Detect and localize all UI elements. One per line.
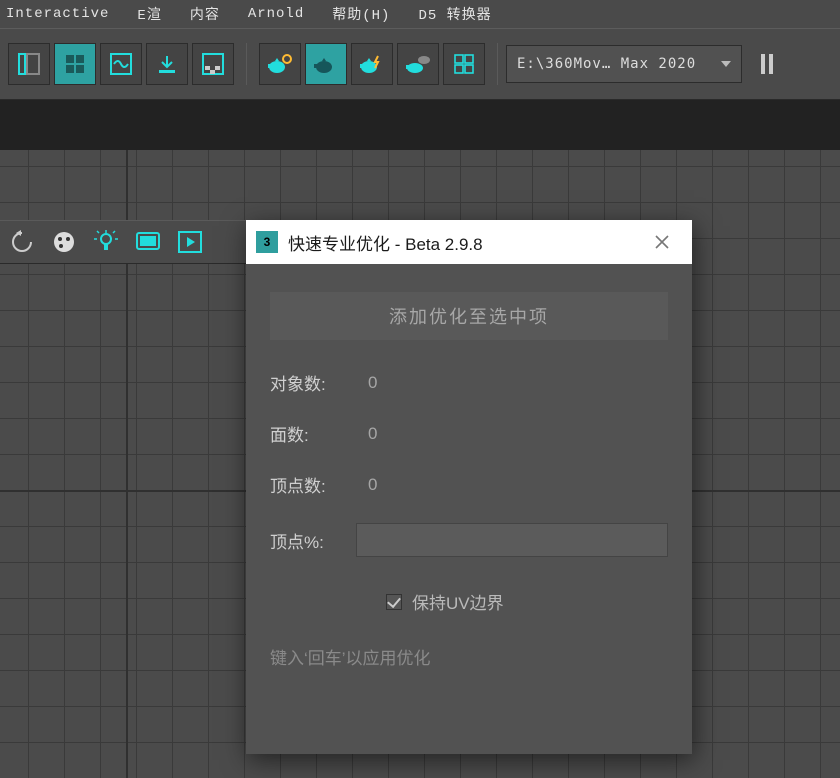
palette-icon[interactable] (44, 222, 84, 262)
viewport-toolbar (0, 220, 246, 264)
dialog-body: 添加优化至选中项 对象数: 0 面数: 0 顶点数: 0 顶点%: 保持UV边界… (246, 264, 692, 754)
main-toolbar: E:\360Mov… Max 2020 (0, 28, 840, 100)
menu-content[interactable]: 内容 (190, 4, 220, 24)
chevron-down-icon (721, 61, 731, 67)
menu-arnold[interactable]: Arnold (248, 6, 304, 22)
keep-uv-label: 保持UV边界 (412, 589, 504, 614)
close-icon[interactable] (642, 220, 682, 264)
vertex-percent-label: 顶点%: (270, 528, 356, 553)
grid-4-icon[interactable] (443, 43, 485, 85)
app-3dsmax-icon (256, 231, 278, 253)
render-teapot-gear-icon[interactable] (259, 43, 301, 85)
apply-hint: 键入‘回车’以应用优化 (270, 644, 668, 669)
light-icon[interactable] (86, 222, 126, 262)
optimize-dialog: 快速专业优化 - Beta 2.9.8 添加优化至选中项 对象数: 0 面数: … (246, 220, 692, 754)
menu-help[interactable]: 帮助(H) (332, 4, 390, 24)
dialog-titlebar[interactable]: 快速专业优化 - Beta 2.9.8 (246, 220, 692, 264)
menu-bar: Interactive E渲 内容 Arnold 帮助(H) D5 转换器 (0, 0, 840, 28)
vertex-count-label: 顶点数: (270, 472, 356, 497)
wave-icon[interactable] (100, 43, 142, 85)
prev-icon[interactable] (2, 222, 42, 262)
add-optimize-button[interactable]: 添加优化至选中项 (270, 292, 668, 340)
project-path-text: E:\360Mov… Max 2020 (517, 56, 696, 72)
vertex-count-value: 0 (368, 475, 377, 495)
keep-uv-checkbox[interactable] (386, 594, 402, 610)
play-icon[interactable] (170, 222, 210, 262)
face-count-label: 面数: (270, 421, 356, 446)
download-icon[interactable] (146, 43, 188, 85)
window-left-icon[interactable] (8, 43, 50, 85)
render-teapot-cloud-icon[interactable] (397, 43, 439, 85)
menu-d5-converter[interactable]: D5 转换器 (418, 4, 491, 24)
layout-grid-icon[interactable] (54, 43, 96, 85)
menu-interactive[interactable]: Interactive (6, 6, 109, 22)
project-path-dropdown[interactable]: E:\360Mov… Max 2020 (506, 45, 742, 83)
face-count-value: 0 (368, 424, 377, 444)
dialog-title: 快速专业优化 - Beta 2.9.8 (288, 230, 483, 255)
checker-icon[interactable] (192, 43, 234, 85)
render-teapot-active-icon[interactable] (305, 43, 347, 85)
add-optimize-label: 添加优化至选中项 (389, 303, 549, 329)
menu-e-render[interactable]: E渲 (137, 4, 161, 24)
object-count-label: 对象数: (270, 370, 356, 395)
render-teapot-flash-icon[interactable] (351, 43, 393, 85)
vertex-percent-input[interactable] (356, 523, 668, 557)
monitor-icon[interactable] (128, 222, 168, 262)
bars-icon[interactable] (746, 43, 788, 85)
object-count-value: 0 (368, 373, 377, 393)
